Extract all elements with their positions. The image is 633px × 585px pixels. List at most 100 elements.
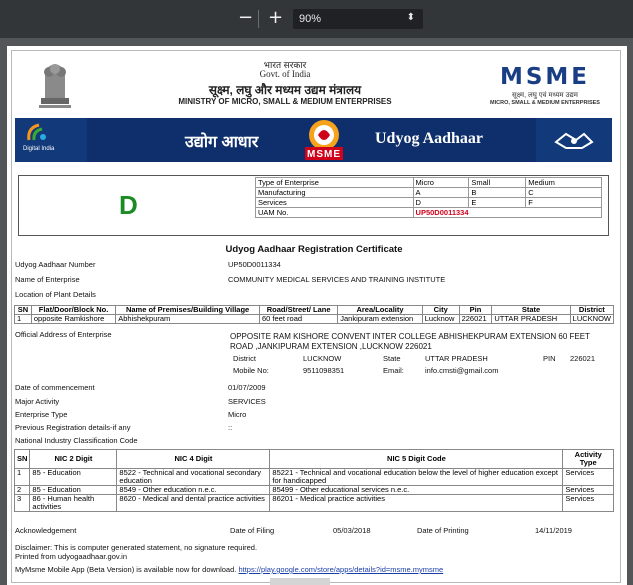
table-cell: 85221 - Technical and vocational educati…: [269, 468, 564, 486]
table-cell: Services: [562, 468, 614, 486]
table-row: Type of Enterprise Micro Small Medium: [255, 177, 602, 188]
chevron-updown-icon: ⬍: [406, 12, 415, 23]
certificate-title: Udyog Aadhaar Registration Certificate: [225, 244, 403, 255]
pin-label: PIN: [543, 354, 556, 363]
disclaimer-text: Disclaimer: This is computer generated s…: [15, 543, 258, 552]
gov-english: Govt. of India: [259, 69, 311, 79]
mobile-value: 9511098351: [303, 366, 345, 375]
detail-label: National Industry Classification Code: [15, 436, 138, 445]
table-row: 1 85 - Education 8522 - Technical and vo…: [13, 468, 614, 486]
pdf-toolbar: − + 90% ⬍: [0, 0, 633, 38]
udyog-aadhaar-banner: Digital India उद्योग आधार MSME Udyog Aad…: [15, 118, 612, 162]
table-cell: 8522 - Technical and vocational secondar…: [116, 468, 271, 486]
table-cell: Services: [255, 197, 414, 208]
national-emblem-icon: [39, 64, 71, 108]
digital-india-label: Digital India: [23, 146, 55, 152]
district-label: District: [233, 354, 256, 363]
pin-value: 226021: [570, 354, 596, 363]
column-header: NIC 5 Digit Code: [269, 449, 564, 469]
detail-label: Enterprise Type: [15, 410, 68, 419]
banner-left-panel: Digital India: [15, 118, 87, 162]
table-row: 3 86 - Human health activities 8620 - Me…: [13, 494, 614, 512]
table-cell: 86 - Human health activities: [29, 494, 118, 512]
zoom-select[interactable]: 90% ⬍: [293, 9, 423, 29]
enterprise-type-table: Type of Enterprise Micro Small Medium Ma…: [255, 177, 603, 218]
msme-logo: MSME सूक्ष्म, लघु एवं मध्यम उद्यम MICRO,…: [489, 64, 601, 110]
printing-date-value: 14/11/2019: [535, 526, 572, 535]
enterprise-name-label: Name of Enterprise: [15, 275, 80, 284]
ministry-hindi: सूक्ष्म, लघु और मध्यम उद्यम मंत्रालय: [208, 83, 362, 97]
detail-label: Major Activity: [15, 397, 60, 406]
page-scroll-indicator: [270, 578, 330, 585]
table-cell: 85 - Education: [29, 468, 118, 486]
app-availability: MyMsme Mobile App (Beta Version) is avai…: [15, 565, 443, 574]
banner-right-panel: [536, 118, 612, 162]
zoom-value: 90%: [299, 13, 322, 25]
nic-code-table: SN NIC 2 Digit NIC 4 Digit NIC 5 Digit C…: [13, 449, 614, 512]
enterprise-name-value: COMMUNITY MEDICAL SERVICES AND TRAINING …: [228, 275, 446, 284]
official-address-line2: ROAD ,JANKIPURAM EXTENSION ,LUCKNOW 2260…: [230, 342, 432, 351]
detail-label: Date of commencement: [15, 383, 95, 392]
column-header: Activity Type: [562, 449, 614, 469]
detail-label: Previous Registration details-if any: [15, 423, 131, 432]
enterprise-category-box: D Type of Enterprise Micro Small Medium …: [18, 175, 609, 236]
table-cell: Medium: [525, 177, 602, 188]
state-value: UTTAR PRADESH: [425, 354, 488, 363]
table-cell: Type of Enterprise: [255, 177, 414, 188]
zoom-in-button[interactable]: +: [268, 8, 283, 28]
column-header: SN: [13, 449, 31, 469]
detail-value: Micro: [228, 410, 247, 419]
msme-logo-hindi: सूक्ष्म, लघु एवं मध्यम उद्यम: [512, 92, 578, 99]
official-address-label: Official Address of Enterprise: [15, 330, 112, 339]
table-cell: Lucknow: [421, 314, 460, 324]
table-cell: C: [525, 187, 602, 198]
msme-logo-english: MICRO, SMALL & MEDIUM ENTERPRISES: [490, 100, 600, 106]
detail-value: 01/07/2009: [228, 383, 266, 392]
table-cell: 1: [13, 468, 31, 486]
handshake-icon: [554, 132, 594, 149]
printing-date-label: Date of Printing: [417, 526, 469, 535]
uam-label: UAM No.: [255, 207, 414, 218]
table-cell: D: [412, 197, 470, 208]
filing-date-value: 05/03/2018: [333, 526, 371, 535]
mobile-label: Mobile No:: [233, 366, 269, 375]
table-cell: 3: [13, 494, 31, 512]
app-text: MyMsme Mobile App (Beta Version) is avai…: [15, 565, 237, 574]
table-cell: Jankipuram extension: [337, 314, 423, 324]
banner-english-title: Udyog Aadhaar: [375, 130, 484, 147]
plant-details-label: Location of Plant Details: [15, 290, 96, 299]
column-header: NIC 4 Digit: [116, 449, 271, 469]
table-cell: Micro: [412, 177, 470, 188]
msme-logo-word: MSME: [499, 64, 591, 90]
detail-value: ::: [228, 423, 233, 432]
table-row: Manufacturing A B C: [255, 187, 602, 198]
table-row: 1 opposite Ramkishore Abhishekpuram 60 f…: [14, 314, 615, 324]
table-cell: Services: [562, 494, 614, 512]
email-label: Email:: [383, 366, 404, 375]
table-cell: A: [412, 187, 470, 198]
seal-label: MSME: [307, 149, 341, 160]
table-cell: 60 feet road: [258, 314, 339, 324]
table-cell: F: [525, 197, 602, 208]
table-cell: B: [468, 187, 527, 198]
table-cell: Manufacturing: [255, 187, 414, 198]
plant-location-table: SN Flat/Door/Block No. Name of Premises/…: [14, 305, 615, 324]
acknowledgement-label: Acknowledgement: [15, 526, 77, 535]
table-cell: UTTAR PRADESH: [491, 314, 571, 324]
detail-value: SERVICES: [228, 397, 266, 406]
district-value: LUCKNOW: [303, 354, 342, 363]
banner-hindi-title: उद्योग आधार: [185, 134, 259, 151]
state-label: State: [383, 354, 401, 363]
table-header-row: SN NIC 2 Digit NIC 4 Digit NIC 5 Digit C…: [13, 449, 614, 469]
table-cell: opposite Ramkishore: [30, 314, 117, 324]
table-row: UAM No. UP50D0011334: [255, 207, 603, 218]
aadhaar-number-value: UP50D0011334: [228, 260, 281, 269]
aadhaar-number-label: Udyog Aadhaar Number: [15, 260, 96, 269]
play-store-link[interactable]: https://play.google.com/store/apps/detai…: [238, 565, 443, 574]
email-value: info.cmsti@gmail.com: [425, 366, 499, 375]
table-cell: 8620 - Medical and dental practice activ…: [116, 494, 271, 512]
column-header: NIC 2 Digit: [29, 449, 118, 469]
table-cell: 1: [14, 314, 32, 324]
zoom-out-button[interactable]: −: [238, 8, 253, 28]
document-page: भारत सरकार Govt. of India सूक्ष्म, लघु औ…: [7, 46, 627, 585]
